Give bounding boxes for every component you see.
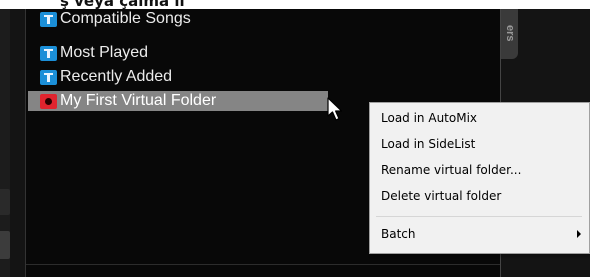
left-strip-handle[interactable] [0, 189, 10, 215]
filter-folder-icon [40, 11, 57, 27]
folder-label: Most Played [60, 44, 149, 61]
folder-label: Compatible Songs [60, 10, 191, 27]
folder-item-my-first-virtual-folder[interactable]: My First Virtual Folder [28, 91, 328, 111]
folder-item-recently-added[interactable]: Recently Added [40, 67, 500, 87]
menu-item-batch[interactable]: Batch [370, 223, 589, 245]
folder-label: My First Virtual Folder [60, 92, 217, 109]
filter-folder-icon [40, 69, 57, 85]
menu-item-delete-virtual-folder[interactable]: Delete virtual folder [370, 185, 589, 207]
folder-item-compatible-songs[interactable]: Compatible Songs [40, 9, 500, 29]
submenu-arrow-icon [577, 230, 581, 238]
side-tab-label: ers [504, 24, 516, 42]
side-tab-folders[interactable]: ers [501, 9, 518, 59]
filter-folder-icon [40, 45, 57, 61]
folder-label: Recently Added [60, 68, 173, 85]
virtual-folder-icon [40, 93, 57, 109]
menu-item-label: Batch [381, 227, 416, 241]
menu-separator [376, 216, 582, 217]
menu-item-load-in-automix[interactable]: Load in AutoMix [370, 107, 589, 129]
panel-divider [26, 264, 500, 265]
mouse-cursor-icon [327, 97, 343, 121]
left-strip [0, 9, 10, 277]
menu-item-load-in-sidelist[interactable]: Load in SideList [370, 133, 589, 155]
left-strip-button[interactable] [0, 231, 10, 259]
context-menu: Load in AutoMix Load in SideList Rename … [369, 102, 590, 254]
menu-item-rename-virtual-folder[interactable]: Rename virtual folder... [370, 159, 589, 181]
folder-item-most-played[interactable]: Most Played [40, 43, 500, 63]
